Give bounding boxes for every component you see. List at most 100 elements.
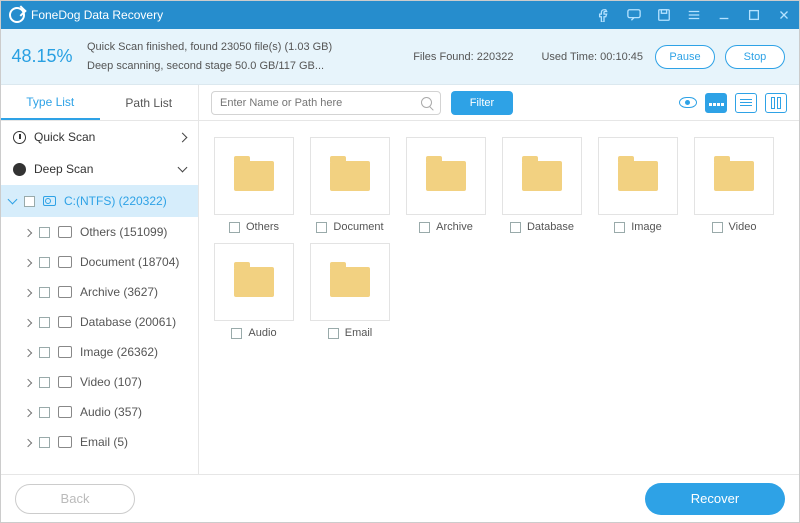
tile-thumb <box>310 243 390 321</box>
tile-label: Email <box>345 327 373 339</box>
sidebar-item-audio[interactable]: Audio (357) <box>1 397 198 427</box>
tile-checkbox[interactable] <box>614 222 625 233</box>
checkbox[interactable] <box>39 347 50 358</box>
recover-button[interactable]: Recover <box>645 483 785 515</box>
status-line2: Deep scanning, second stage 50.0 GB/117 … <box>87 57 332 76</box>
tile-label: Video <box>729 221 757 233</box>
tile-label: Audio <box>248 327 276 339</box>
minimize-icon[interactable] <box>717 8 731 22</box>
pause-button[interactable]: Pause <box>655 45 715 69</box>
preview-icon[interactable] <box>679 97 697 108</box>
drive-checkbox[interactable] <box>24 196 35 207</box>
folder-icon <box>58 226 72 238</box>
main-area: Filter Others Document Archive Database Imag… <box>199 85 799 474</box>
chevron-right-icon <box>25 255 31 269</box>
feedback-icon[interactable] <box>627 8 641 22</box>
email-icon <box>58 436 72 448</box>
tile-checkbox[interactable] <box>328 328 339 339</box>
search-box[interactable] <box>211 91 441 115</box>
checkbox[interactable] <box>39 257 50 268</box>
tile-audio[interactable]: Audio <box>209 243 299 339</box>
archive-icon <box>58 286 72 298</box>
sidebar-item-label: Document (18704) <box>80 255 179 269</box>
tile-email[interactable]: Email <box>305 243 395 339</box>
checkbox[interactable] <box>39 437 50 448</box>
tile-others[interactable]: Others <box>209 137 299 233</box>
checkbox[interactable] <box>39 317 50 328</box>
chevron-down-icon <box>179 162 186 176</box>
checkbox[interactable] <box>39 287 50 298</box>
folder-icon <box>330 161 370 191</box>
drive-label: C:(NTFS) (220322) <box>64 194 167 208</box>
chevron-right-icon <box>25 375 31 389</box>
tile-label: Archive <box>436 221 473 233</box>
tile-archive[interactable]: Archive <box>401 137 491 233</box>
folder-icon <box>234 161 274 191</box>
deep-scan-section[interactable]: Deep Scan <box>1 153 198 185</box>
view-split-button[interactable] <box>765 93 787 113</box>
sidebar-item-email[interactable]: Email (5) <box>1 427 198 457</box>
sidebar-item-video[interactable]: Video (107) <box>1 367 198 397</box>
app-logo: FoneDog Data Recovery <box>9 7 163 23</box>
view-grid-button[interactable] <box>705 93 727 113</box>
sidebar-item-image[interactable]: Image (26362) <box>1 337 198 367</box>
sidebar-item-db[interactable]: Database (20061) <box>1 307 198 337</box>
tile-checkbox[interactable] <box>229 222 240 233</box>
folder-icon <box>234 267 274 297</box>
filter-button[interactable]: Filter <box>451 91 513 115</box>
folder-icon <box>426 161 466 191</box>
audio-icon <box>58 406 72 418</box>
tile-grid: Others Document Archive Database Image Video A… <box>199 121 799 474</box>
tile-database[interactable]: Database <box>497 137 587 233</box>
tile-checkbox[interactable] <box>712 222 723 233</box>
tile-checkbox[interactable] <box>231 328 242 339</box>
tile-thumb <box>214 243 294 321</box>
sidebar-item-label: Image (26362) <box>80 345 158 359</box>
folder-icon <box>714 161 754 191</box>
scan-percent: 48.15% <box>1 46 83 67</box>
save-icon[interactable] <box>657 8 671 22</box>
tab-path-list[interactable]: Path List <box>100 85 199 120</box>
tile-image[interactable]: Image <box>593 137 683 233</box>
tile-checkbox[interactable] <box>419 222 430 233</box>
tile-video[interactable]: Video <box>689 137 779 233</box>
view-list-button[interactable] <box>735 93 757 113</box>
tile-checkbox[interactable] <box>316 222 327 233</box>
chevron-right-icon <box>25 285 31 299</box>
sidebar-item-label: Database (20061) <box>80 315 176 329</box>
checkbox[interactable] <box>39 227 50 238</box>
tile-thumb <box>310 137 390 215</box>
drive-node[interactable]: C:(NTFS) (220322) <box>1 185 198 217</box>
tile-label: Document <box>333 221 383 233</box>
footer: Back Recover <box>1 474 799 522</box>
clock-icon <box>13 131 26 144</box>
tab-type-list[interactable]: Type List <box>1 85 100 120</box>
facebook-icon[interactable] <box>597 8 611 22</box>
chevron-right-icon <box>25 225 31 239</box>
back-button[interactable]: Back <box>15 484 135 514</box>
checkbox[interactable] <box>39 407 50 418</box>
checkbox[interactable] <box>39 377 50 388</box>
menu-icon[interactable] <box>687 8 701 22</box>
chevron-down-icon <box>9 194 16 208</box>
sidebar-item-label: Email (5) <box>80 435 128 449</box>
db-icon <box>58 316 72 328</box>
title-bar: FoneDog Data Recovery <box>1 1 799 29</box>
close-icon[interactable] <box>777 8 791 22</box>
tile-checkbox[interactable] <box>510 222 521 233</box>
sidebar-item-folder[interactable]: Others (151099) <box>1 217 198 247</box>
chevron-right-icon <box>25 345 31 359</box>
chevron-right-icon <box>179 130 186 144</box>
files-found: Files Found: 220322 <box>413 51 513 63</box>
sidebar-item-archive[interactable]: Archive (3627) <box>1 277 198 307</box>
tile-label: Image <box>631 221 662 233</box>
stop-button[interactable]: Stop <box>725 45 785 69</box>
quick-scan-section[interactable]: Quick Scan <box>1 121 198 153</box>
sidebar-item-label: Archive (3627) <box>80 285 158 299</box>
folder-icon <box>618 161 658 191</box>
search-icon <box>421 97 432 108</box>
maximize-icon[interactable] <box>747 8 761 22</box>
tile-document[interactable]: Document <box>305 137 395 233</box>
sidebar-item-doc[interactable]: Document (18704) <box>1 247 198 277</box>
search-input[interactable] <box>220 97 421 109</box>
